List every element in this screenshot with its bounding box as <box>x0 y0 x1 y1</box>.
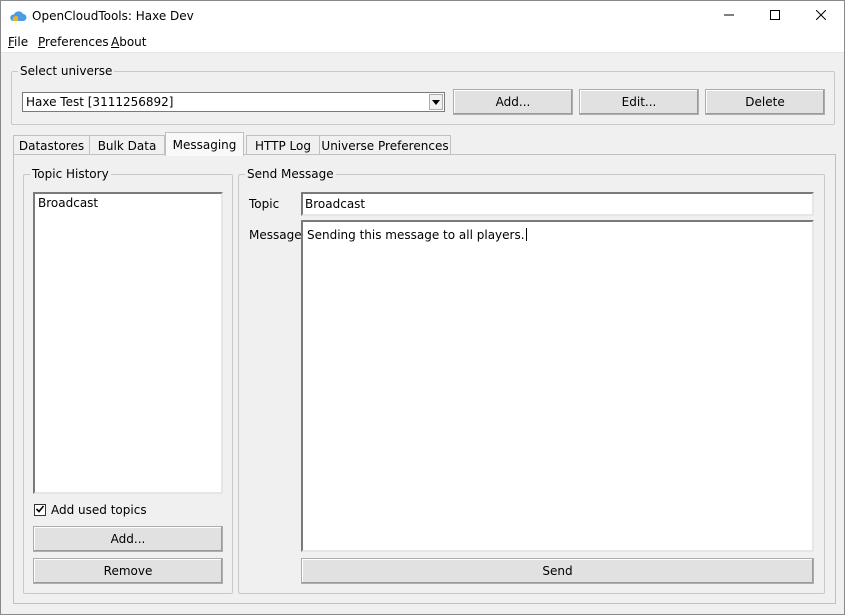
minimize-icon <box>724 9 734 23</box>
cloud-app-icon <box>9 9 27 23</box>
send-button[interactable]: Send <box>301 558 814 584</box>
add-topic-button[interactable]: Add... <box>33 526 223 552</box>
window-title: OpenCloudTools: Haxe Dev <box>32 9 194 23</box>
close-button[interactable] <box>798 1 844 31</box>
message-textarea[interactable]: Sending this message to all players. <box>301 220 814 552</box>
tab-bulk-data[interactable]: Bulk Data <box>89 135 165 155</box>
edit-universe-button[interactable]: Edit... <box>579 89 699 115</box>
tab-datastores[interactable]: Datastores <box>13 135 90 155</box>
title-bar: OpenCloudTools: Haxe Dev <box>1 1 844 31</box>
menu-bar: File Preferences About <box>1 31 844 53</box>
minimize-button[interactable] <box>706 1 752 31</box>
maximize-button[interactable] <box>752 1 798 31</box>
add-used-topics-label: Add used topics <box>51 503 147 517</box>
topic-history-label: Topic History <box>30 167 111 181</box>
chevron-down-icon[interactable] <box>429 94 443 110</box>
add-used-topics-checkbox[interactable] <box>34 504 46 516</box>
add-universe-button[interactable]: Add... <box>453 89 573 115</box>
close-icon <box>815 9 827 23</box>
topic-history-list[interactable]: Broadcast <box>33 192 223 494</box>
universe-selected-value: Haxe Test [3111256892] <box>26 95 174 109</box>
tab-http-log[interactable]: HTTP Log <box>246 135 320 155</box>
tab-messaging[interactable]: Messaging <box>165 132 244 156</box>
topic-input[interactable]: Broadcast <box>301 192 814 216</box>
maximize-icon <box>770 9 780 23</box>
main-window: OpenCloudTools: Haxe Dev File Preference… <box>0 0 845 615</box>
send-message-label: Send Message <box>245 167 336 181</box>
text-caret <box>525 228 527 241</box>
delete-universe-button[interactable]: Delete <box>705 89 825 115</box>
select-universe-label: Select universe <box>18 64 115 78</box>
remove-topic-button[interactable]: Remove <box>33 558 223 584</box>
menu-file[interactable]: File <box>8 35 28 49</box>
message-text: Sending this message to all players. <box>307 228 527 242</box>
universe-select[interactable]: Haxe Test [3111256892] <box>22 92 445 112</box>
menu-about[interactable]: About <box>111 35 147 49</box>
list-item[interactable]: Broadcast <box>38 196 98 210</box>
check-icon <box>35 503 45 517</box>
messaging-panel: Topic History Broadcast Add used topics … <box>13 154 836 604</box>
message-field-label: Message <box>249 228 302 242</box>
menu-preferences[interactable]: Preferences <box>38 35 109 49</box>
topic-input-value: Broadcast <box>305 197 366 211</box>
tab-universe-preferences[interactable]: Universe Preferences <box>319 135 451 155</box>
topic-field-label: Topic <box>249 197 280 211</box>
